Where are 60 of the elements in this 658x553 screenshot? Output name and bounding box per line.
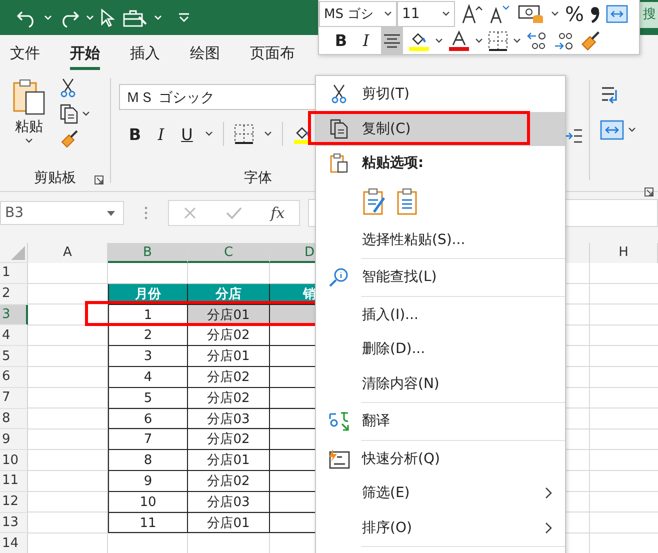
table-cell: 分店02: [188, 470, 270, 492]
row-header[interactable]: 13: [0, 512, 28, 534]
row-header[interactable]: 4: [0, 325, 28, 346]
table-cell: 8: [108, 450, 188, 471]
row-header[interactable]: 10: [0, 450, 28, 471]
menu-item[interactable]: 筛选(E): [316, 476, 565, 510]
group-label: 剪贴板: [34, 169, 76, 187]
bold-button[interactable]: B: [331, 31, 351, 50]
table-cell: 4: [108, 366, 188, 388]
row-header[interactable]: 7: [0, 388, 28, 409]
row-header[interactable]: 6: [0, 366, 28, 388]
menu-item[interactable]: 删除(D)...: [316, 332, 565, 366]
format-button[interactable]: I: [153, 124, 169, 144]
table-cell: 分店02: [188, 429, 270, 450]
table-cell: 分店01: [188, 346, 270, 367]
table-cell: 3: [108, 346, 188, 367]
row-header[interactable]: 3: [0, 304, 28, 326]
table-cell: 5: [108, 388, 188, 409]
name-box[interactable]: B3: [0, 201, 124, 225]
column-header[interactable]: B: [108, 243, 188, 263]
table-cell: 11: [108, 512, 188, 534]
table-cell: 分店01: [188, 512, 270, 534]
format-button[interactable]: B: [127, 124, 143, 144]
row-header[interactable]: 11: [0, 470, 28, 492]
table-cell: 分店03: [188, 408, 270, 430]
italic-button[interactable]: I: [356, 31, 376, 50]
table-cell: 分店02: [188, 388, 270, 409]
table-cell: 9: [108, 470, 188, 492]
row-header[interactable]: 8: [0, 408, 28, 430]
table-cell: 10: [108, 492, 188, 513]
menu-section-header: 粘贴选项:: [316, 146, 565, 180]
font-name-field[interactable]: MS ゴシ: [319, 0, 397, 26]
row-header[interactable]: 2: [0, 284, 28, 305]
menu-item[interactable]: 翻译: [316, 404, 565, 438]
table-cell: 7: [108, 429, 188, 450]
row-header[interactable]: 9: [0, 429, 28, 450]
menu-item[interactable]: 清除内容(N): [316, 366, 565, 401]
paste-button-label[interactable]: 粘贴: [15, 118, 43, 136]
table-cell: 2: [108, 325, 188, 346]
group-label: 字体: [244, 169, 272, 187]
ribbon-tab[interactable]: 页面布: [250, 40, 295, 70]
insert-function-button[interactable]: fx: [270, 204, 285, 222]
row-header[interactable]: 14: [0, 533, 28, 553]
table-cell: 分店01: [188, 450, 270, 471]
menu-item[interactable]: 排序(O): [316, 510, 565, 545]
ribbon-tab[interactable]: 绘图: [190, 40, 220, 70]
menu-item[interactable]: 快速分析(Q): [316, 442, 565, 476]
column-header[interactable]: C: [188, 243, 270, 263]
row-header[interactable]: 1: [0, 263, 28, 284]
ribbon-tab[interactable]: 插入: [130, 40, 160, 70]
format-button[interactable]: U: [179, 124, 195, 144]
table-cell: 分店02: [188, 366, 270, 388]
table-cell: 分店02: [188, 325, 270, 346]
table-cell: 分店03: [188, 492, 270, 513]
table-cell: 6: [108, 408, 188, 430]
row-header[interactable]: 5: [0, 346, 28, 367]
ribbon-tab[interactable]: 文件: [10, 40, 40, 70]
percent-style-button[interactable]: %: [565, 2, 584, 26]
row-header[interactable]: 12: [0, 492, 28, 513]
font-size-field[interactable]: 11: [397, 0, 455, 26]
